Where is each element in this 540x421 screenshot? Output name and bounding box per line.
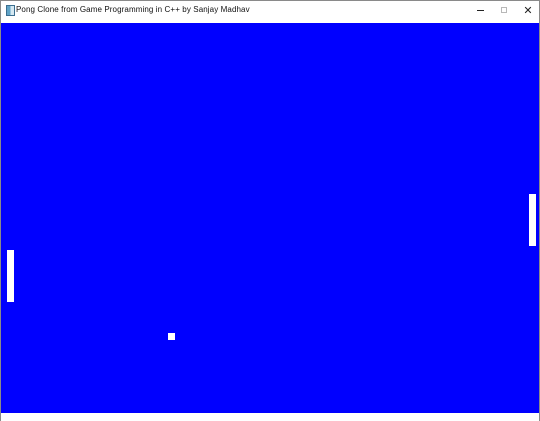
- game-canvas[interactable]: [1, 23, 539, 413]
- minimize-button[interactable]: [468, 1, 492, 19]
- title-bar[interactable]: Pong Clone from Game Programming in C++ …: [1, 1, 539, 23]
- window-bottom-border: [1, 413, 539, 421]
- left-paddle: [7, 250, 14, 302]
- maximize-button[interactable]: [492, 1, 516, 19]
- minimize-icon: [476, 9, 484, 11]
- window-title: Pong Clone from Game Programming in C++ …: [16, 5, 250, 14]
- close-icon: ✕: [523, 3, 533, 17]
- close-button[interactable]: ✕: [516, 1, 540, 19]
- ball: [168, 333, 175, 340]
- app-window-icon: [6, 5, 15, 16]
- right-paddle: [529, 194, 536, 246]
- maximize-icon: [501, 7, 507, 13]
- app-window: Pong Clone from Game Programming in C++ …: [0, 0, 540, 421]
